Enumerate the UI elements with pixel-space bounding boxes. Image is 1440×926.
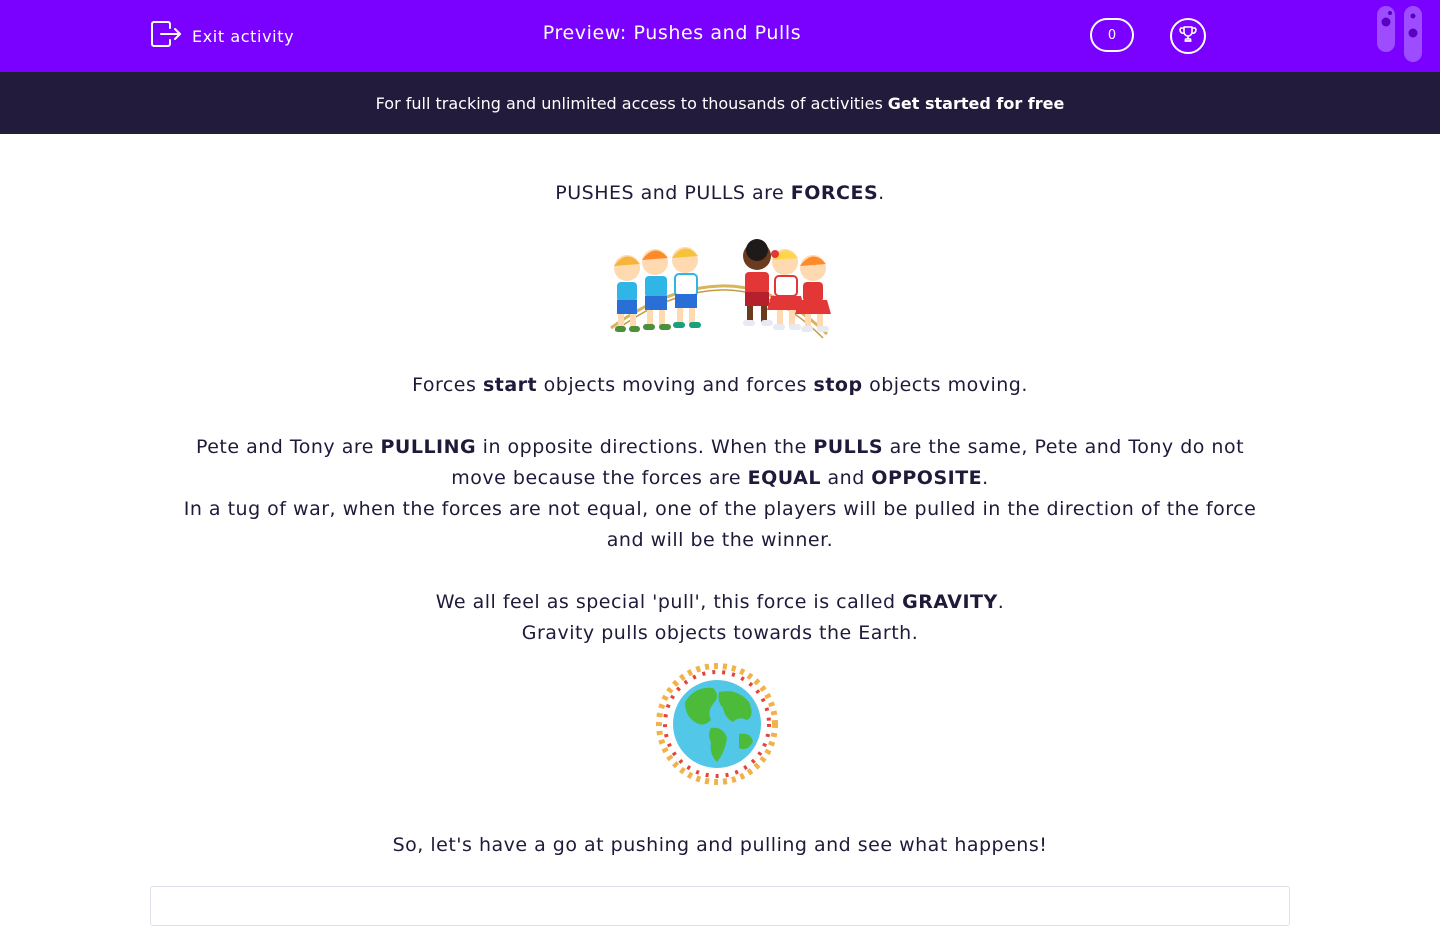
question-panel <box>150 886 1290 926</box>
banner-text: For full tracking and unlimited access t… <box>375 93 883 113</box>
score-badge: 0 <box>1090 18 1134 52</box>
equal-text-2: and <box>820 467 872 489</box>
opposite-bold: OPPOSITE <box>871 467 983 489</box>
pete-tony-line-1: Pete and Tony are PULLING in opposite di… <box>150 432 1290 463</box>
intro-text: PUSHES and PULLS are <box>555 182 791 204</box>
equal-bold: EQUAL <box>747 467 821 489</box>
lets-go-line: So, let's have a go at pushing and pulli… <box>392 834 1048 856</box>
forces-start-stop-line: Forces start objects moving and forces s… <box>150 370 1290 401</box>
brand-logo[interactable] <box>1376 6 1424 64</box>
equal-text-1: move because the forces are <box>451 467 748 489</box>
gravity-line-1: We all feel as special 'pull', this forc… <box>150 587 1290 618</box>
tug-of-war-illustration <box>605 238 835 344</box>
trophy-button[interactable] <box>1170 18 1206 54</box>
trophy-icon <box>1178 24 1198 48</box>
upsell-banner: For full tracking and unlimited access t… <box>0 72 1440 134</box>
tug-of-war-line-2: and will be the winner. <box>606 529 834 551</box>
tug-of-war-line-1: In a tug of war, when the forces are not… <box>183 498 1257 520</box>
intro-end: . <box>878 182 885 204</box>
gravity-text-1: We all feel as special 'pull', this forc… <box>435 591 903 613</box>
equal-text-3: . <box>982 467 989 489</box>
page-title: Preview: Pushes and Pulls <box>542 22 802 44</box>
pulls-bold: PULLS <box>813 436 884 458</box>
top-bar: Exit activity Preview: Pushes and Pulls … <box>0 0 1440 72</box>
get-started-link[interactable]: Get started for free <box>888 94 1065 113</box>
pulling-bold: PULLING <box>380 436 477 458</box>
pete-text-2: in opposite directions. When the <box>476 436 814 458</box>
stop-bold: stop <box>813 374 863 396</box>
pete-tony-line-2: move because the forces are EQUAL and OP… <box>150 463 1290 494</box>
intro-line: PUSHES and PULLS are FORCES. <box>150 178 1290 209</box>
forces-text-2: objects moving and forces <box>537 374 814 396</box>
gravity-bold: GRAVITY <box>902 591 998 613</box>
intro-bold: FORCES <box>790 182 879 204</box>
start-bold: start <box>482 374 538 396</box>
forces-text-1: Forces <box>412 374 483 396</box>
pete-text-1: Pete and Tony are <box>195 436 381 458</box>
forces-text-3: objects moving. <box>862 374 1028 396</box>
gravity-line-2: Gravity pulls objects towards the Earth. <box>521 622 919 644</box>
pete-text-3: are the same, Pete and Tony do not <box>883 436 1245 458</box>
earth-globe-illustration <box>655 662 779 786</box>
gravity-text-2: . <box>997 591 1005 613</box>
